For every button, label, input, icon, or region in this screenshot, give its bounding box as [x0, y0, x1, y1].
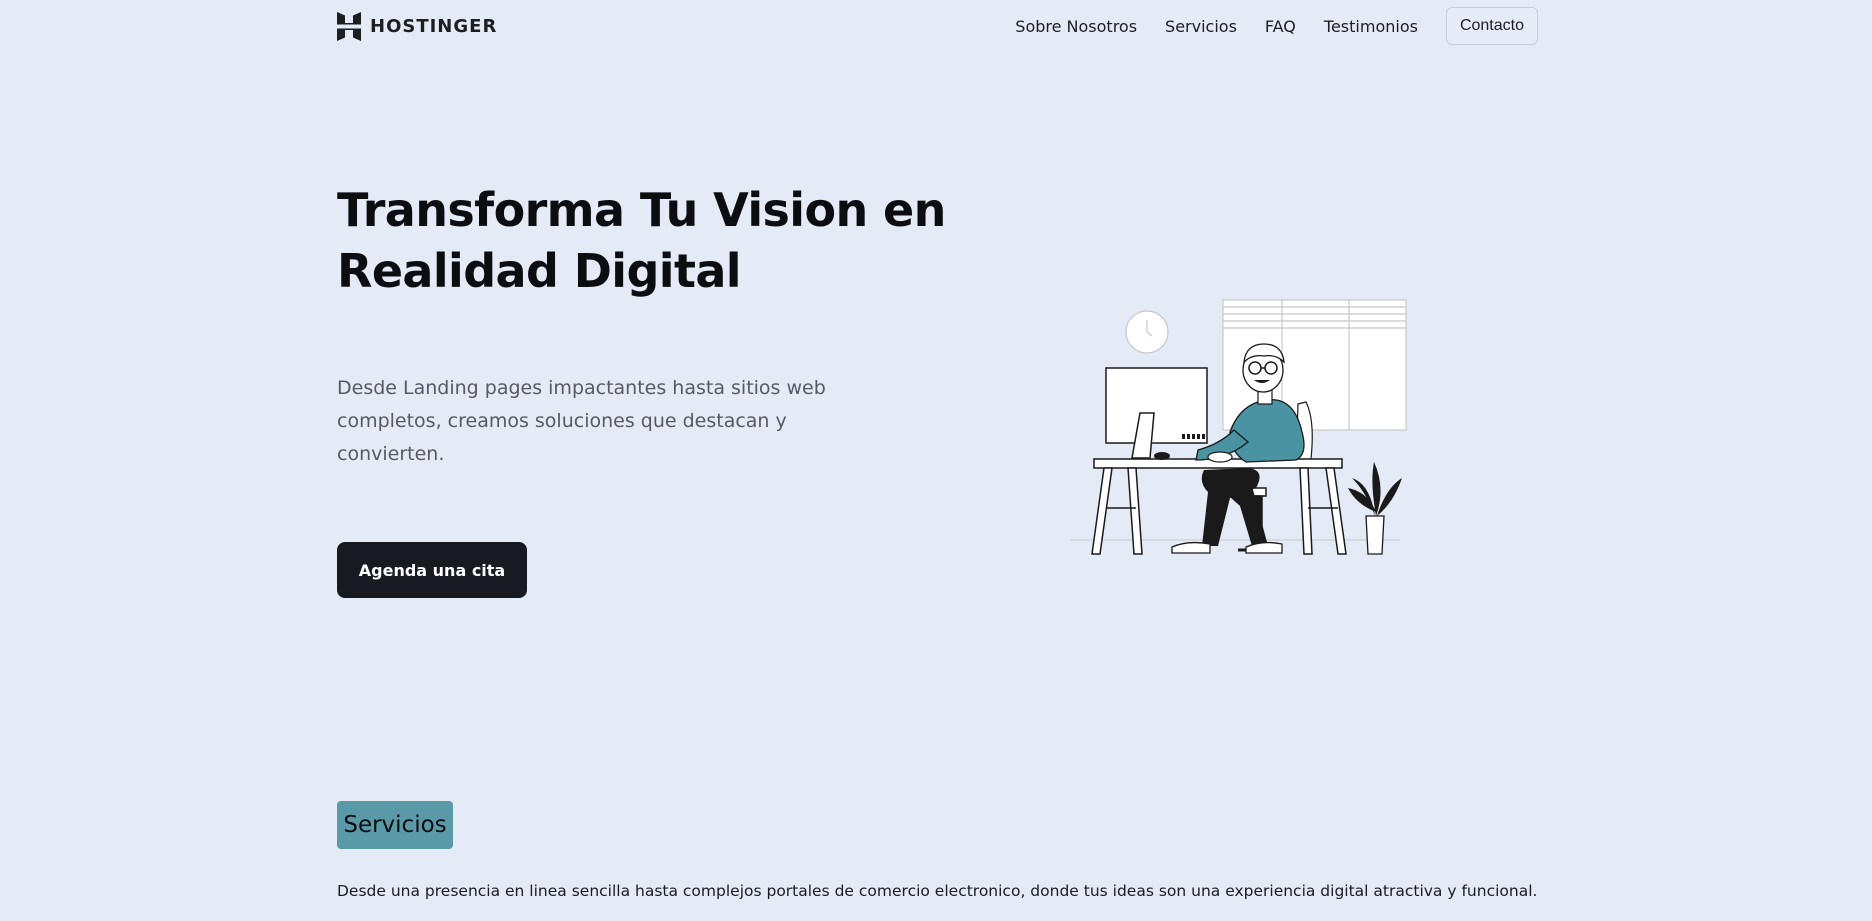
hero-subtitle: Desde Landing pages impactantes hasta si…: [337, 377, 826, 465]
nav-link-faq[interactable]: FAQ: [1265, 17, 1296, 36]
nav-link-testimonios[interactable]: Testimonios: [1324, 17, 1418, 36]
book-appointment-button[interactable]: Agenda una cita: [337, 542, 527, 598]
nav-link-sobre-nosotros[interactable]: Sobre Nosotros: [1015, 17, 1137, 36]
computer-drawing: [1105, 367, 1208, 459]
hero-title-line-2: Realidad Digital: [337, 244, 742, 298]
services-description: Desde una presencia en linea sencilla ha…: [337, 882, 1538, 900]
brand-name: HOSTINGER: [370, 15, 498, 37]
person-working-illustration: [1070, 299, 1407, 555]
nav-link-servicios[interactable]: Servicios: [1165, 17, 1237, 36]
landing-page: HOSTINGER Sobre Nosotros Servicios FAQ T…: [0, 0, 1872, 921]
wall-clock-drawing: [1125, 310, 1169, 354]
hostinger-logo-icon: [337, 11, 361, 41]
hero-title: Transforma Tu Vision en Realidad Digital: [337, 180, 957, 302]
hero-title-line-1: Transforma Tu Vision en: [337, 183, 946, 237]
site-header: HOSTINGER Sobre Nosotros Servicios FAQ T…: [337, 0, 1538, 52]
services-section-tag: Servicios: [337, 801, 453, 849]
brand-logo[interactable]: HOSTINGER: [337, 11, 498, 41]
main-nav: Sobre Nosotros Servicios FAQ Testimonios…: [1015, 7, 1538, 45]
contact-button[interactable]: Contacto: [1445, 7, 1538, 45]
